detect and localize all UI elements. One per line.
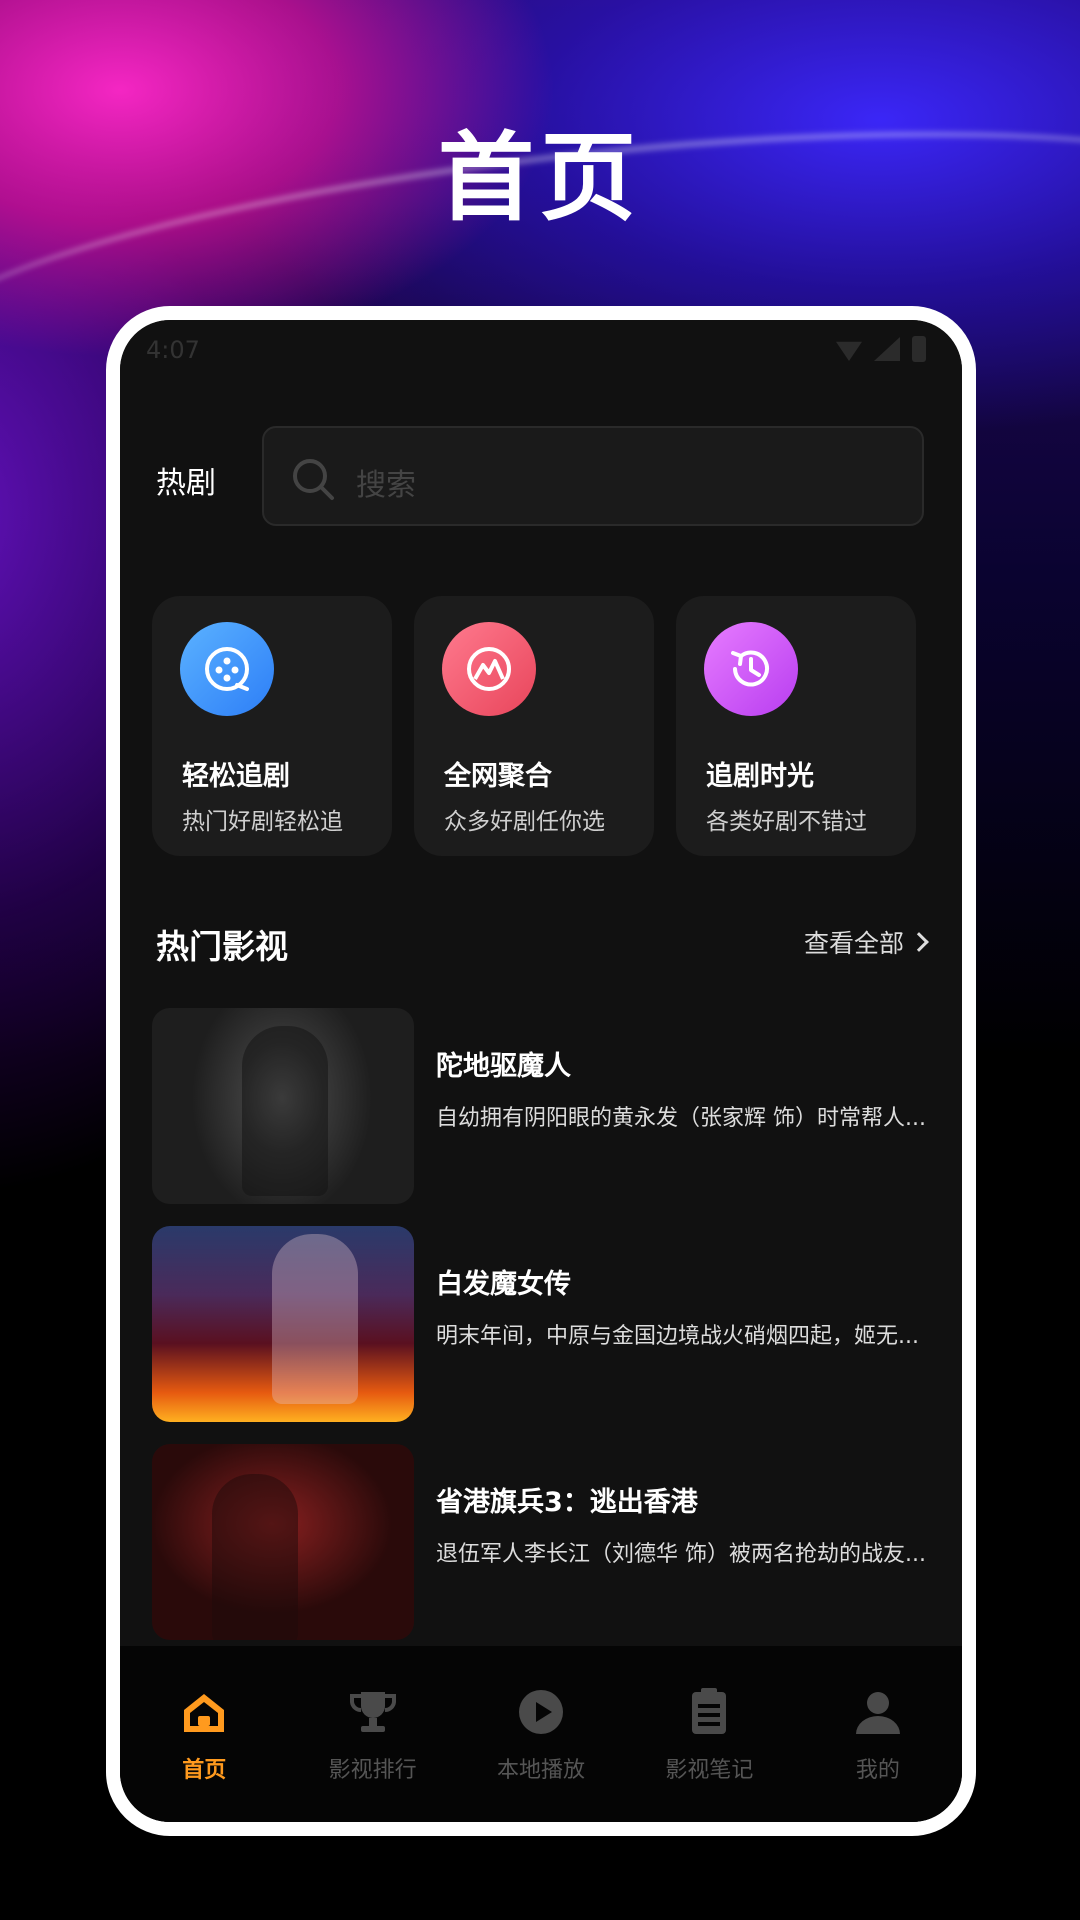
promo-title: 首页	[438, 122, 642, 234]
feature-subtitle: 众多好剧任你选	[444, 809, 605, 835]
feature-card-time[interactable]: 追剧时光 各类好剧不错过	[676, 596, 916, 856]
feature-title: 追剧时光	[706, 761, 814, 792]
movie-item[interactable]: 陀地驱魔人 自幼拥有阴阳眼的黄永发（张家辉 饰）时常帮人...	[152, 1008, 926, 1204]
battery-icon	[912, 336, 926, 362]
movie-item[interactable]: 省港旗兵3：逃出香港 退伍军人李长江（刘德华 饰）被两名抢劫的战友...	[152, 1444, 926, 1640]
user-icon	[855, 1692, 900, 1734]
section-header: 热门影视 查看全部	[152, 916, 929, 966]
feature-card-easy-follow[interactable]: 轻松追剧 热门好剧轻松追	[152, 596, 392, 856]
feature-title: 全网聚合	[444, 761, 552, 792]
movie-poster	[152, 1444, 414, 1640]
play-icon	[519, 1690, 564, 1734]
clock-icon	[704, 622, 798, 716]
home-icon	[184, 1694, 225, 1732]
tab-local-play[interactable]: 本地播放	[457, 1646, 625, 1822]
poster-figure	[212, 1474, 298, 1640]
wifi-icon	[836, 341, 862, 361]
header: 热剧 搜索	[120, 426, 962, 526]
search-placeholder: 搜索	[356, 468, 416, 503]
view-all-link[interactable]: 查看全部	[803, 924, 929, 960]
film-reel-icon	[180, 622, 274, 716]
chevron-right-icon	[909, 932, 929, 952]
movie-title: 陀地驱魔人	[436, 1051, 571, 1082]
view-all-label: 查看全部	[803, 929, 904, 958]
movie-list: 陀地驱魔人 自幼拥有阴阳眼的黄永发（张家辉 饰）时常帮人... 白发魔女传 明末…	[152, 1008, 926, 1662]
poster-figure	[242, 1026, 328, 1196]
tab-label: 影视排行	[328, 1758, 417, 1783]
movie-description: 退伍军人李长江（刘德华 饰）被两名抢劫的战友...	[436, 1542, 926, 1567]
feature-card-aggregate[interactable]: 全网聚合 众多好剧任你选	[414, 596, 654, 856]
feature-title: 轻松追剧	[182, 761, 290, 792]
status-icons	[836, 336, 926, 362]
mountain-icon	[442, 622, 536, 716]
feature-subtitle: 各类好剧不错过	[706, 809, 867, 835]
tab-label: 影视笔记	[665, 1758, 754, 1783]
tab-label: 本地播放	[497, 1758, 586, 1783]
tab-home[interactable]: 首页	[120, 1646, 288, 1822]
notes-icon	[692, 1688, 727, 1734]
movie-title: 省港旗兵3：逃出香港	[436, 1487, 698, 1518]
feature-subtitle: 热门好剧轻松追	[182, 809, 343, 835]
signal-icon	[874, 337, 900, 361]
movie-title: 白发魔女传	[436, 1269, 571, 1300]
bottom-tab-bar: 首页 影视排行 本地播放 影视笔记 我的	[120, 1646, 962, 1822]
header-title: 热剧	[156, 466, 216, 501]
tab-label: 首页	[182, 1758, 227, 1783]
status-time: 4:07	[146, 336, 200, 364]
tab-label: 我的	[855, 1758, 900, 1783]
status-bar: 4:07	[120, 320, 962, 370]
phone-frame: 4:07 热剧 搜索 轻松追剧 热门好剧轻松追 全网聚合 众多好剧任你选 追剧时…	[106, 306, 976, 1836]
movie-poster	[152, 1008, 414, 1204]
search-icon	[293, 459, 334, 500]
feature-cards: 轻松追剧 热门好剧轻松追 全网聚合 众多好剧任你选 追剧时光 各类好剧不错过	[152, 596, 926, 856]
tab-ranking[interactable]: 影视排行	[288, 1646, 456, 1822]
movie-description: 自幼拥有阴阳眼的黄永发（张家辉 饰）时常帮人...	[436, 1106, 926, 1131]
app-screen: 4:07 热剧 搜索 轻松追剧 热门好剧轻松追 全网聚合 众多好剧任你选 追剧时…	[120, 320, 962, 1822]
tab-notes[interactable]: 影视笔记	[625, 1646, 793, 1822]
movie-description: 明末年间，中原与金国边境战火硝烟四起，姬无...	[436, 1324, 919, 1349]
search-input[interactable]: 搜索	[262, 426, 924, 526]
movie-poster	[152, 1226, 414, 1422]
movie-item[interactable]: 白发魔女传 明末年间，中原与金国边境战火硝烟四起，姬无...	[152, 1226, 926, 1422]
tab-mine[interactable]: 我的	[794, 1646, 962, 1822]
section-title: 热门影视	[156, 927, 288, 966]
poster-figure	[272, 1234, 358, 1404]
trophy-icon	[349, 1692, 396, 1732]
